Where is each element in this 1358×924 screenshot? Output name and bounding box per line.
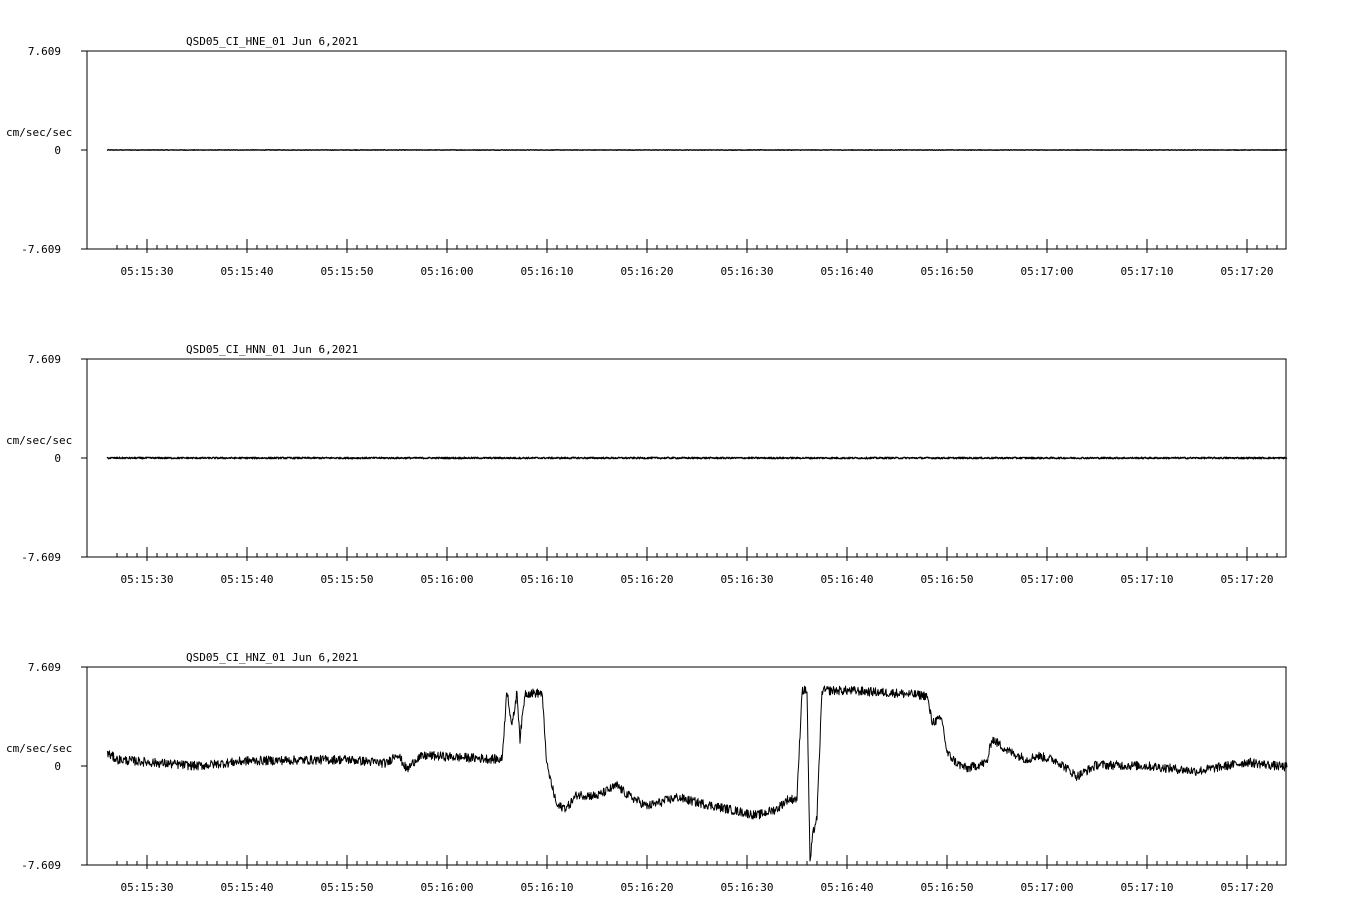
- waveform-series-line: [106, 685, 1288, 862]
- x-tick-label: 05:17:00: [1021, 881, 1074, 894]
- waveform-series-line: [106, 456, 1288, 460]
- x-tick-label: 05:15:50: [321, 881, 374, 894]
- x-tick-label: 05:16:50: [921, 265, 974, 278]
- x-tick-label: 05:16:30: [721, 573, 774, 586]
- y-axis-label: cm/sec/sec: [6, 126, 72, 139]
- x-tick-label: 05:17:20: [1221, 573, 1274, 586]
- x-tick-label: 05:15:40: [221, 265, 274, 278]
- y-tick-label: 7.609: [28, 661, 61, 674]
- chart-title: QSD05_CI_HNZ_01 Jun 6,2021: [186, 651, 358, 664]
- x-tick-label: 05:15:40: [221, 881, 274, 894]
- x-tick-label: 05:16:50: [921, 573, 974, 586]
- x-tick-label: 05:17:20: [1221, 881, 1274, 894]
- x-tick-label: 05:16:50: [921, 881, 974, 894]
- waveform-series-line: [106, 148, 1288, 152]
- x-tick-label: 05:16:40: [821, 573, 874, 586]
- x-tick-label: 05:15:30: [121, 265, 174, 278]
- chart-title: QSD05_CI_HNE_01 Jun 6,2021: [186, 35, 358, 48]
- x-tick-label: 05:16:20: [621, 881, 674, 894]
- y-tick-label: 0: [54, 144, 61, 157]
- y-axis-label: cm/sec/sec: [6, 742, 72, 755]
- x-tick-label: 05:17:20: [1221, 265, 1274, 278]
- x-tick-label: 05:15:30: [121, 881, 174, 894]
- x-tick-label: 05:17:10: [1121, 265, 1174, 278]
- x-tick-label: 05:16:10: [521, 265, 574, 278]
- y-tick-label: 0: [54, 452, 61, 465]
- x-tick-label: 05:17:00: [1021, 265, 1074, 278]
- x-tick-label: 05:16:10: [521, 881, 574, 894]
- x-tick-label: 05:17:10: [1121, 573, 1174, 586]
- x-tick-label: 05:16:20: [621, 265, 674, 278]
- x-tick-label: 05:15:30: [121, 573, 174, 586]
- x-tick-label: 05:16:40: [821, 265, 874, 278]
- x-tick-label: 05:16:20: [621, 573, 674, 586]
- x-tick-label: 05:15:40: [221, 573, 274, 586]
- x-tick-label: 05:15:50: [321, 573, 374, 586]
- x-tick-label: 05:16:30: [721, 881, 774, 894]
- y-tick-label: 7.609: [28, 45, 61, 58]
- x-tick-label: 05:16:40: [821, 881, 874, 894]
- y-tick-label: 7.609: [28, 353, 61, 366]
- chart-panel-1: QSD05_CI_HNE_01 Jun 6,2021 7.609 0 -7.609 cm…: [6, 35, 1288, 278]
- chart-title: QSD05_CI_HNN_01 Jun 6,2021: [186, 343, 358, 356]
- chart-panel-2: QSD05_CI_HNN_01 Jun 6,2021 7.609 0 -7.609 cm…: [6, 343, 1288, 586]
- x-tick-label: 05:17:00: [1021, 573, 1074, 586]
- chart-panel-3: QSD05_CI_HNZ_01 Jun 6,2021 7.609 0 -7.609 cm…: [6, 651, 1288, 894]
- y-tick-label: -7.609: [21, 859, 61, 872]
- x-tick-label: 05:16:00: [421, 573, 474, 586]
- y-tick-label: 0: [54, 760, 61, 773]
- y-tick-label: -7.609: [21, 243, 61, 256]
- x-tick-label: 05:16:30: [721, 265, 774, 278]
- seismogram-figure: QSD05_CI_HNE_01 Jun 6,2021 7.609 0 -7.609 cm…: [6, 35, 1288, 894]
- x-tick-label: 05:16:00: [421, 881, 474, 894]
- x-tick-label: 05:15:50: [321, 265, 374, 278]
- y-tick-label: -7.609: [21, 551, 61, 564]
- y-axis-label: cm/sec/sec: [6, 434, 72, 447]
- x-tick-label: 05:16:10: [521, 573, 574, 586]
- x-tick-label: 05:17:10: [1121, 881, 1174, 894]
- x-tick-label: 05:16:00: [421, 265, 474, 278]
